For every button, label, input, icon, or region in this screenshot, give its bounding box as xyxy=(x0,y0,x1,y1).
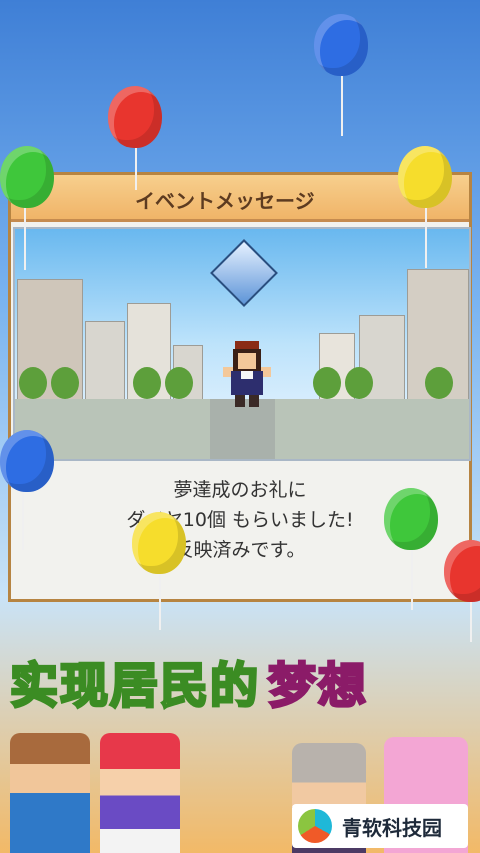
banner-accent-text: 梦想 xyxy=(267,657,369,716)
city-scene-image xyxy=(13,227,471,461)
yellow-balloon xyxy=(132,512,186,574)
balloon-string xyxy=(159,574,161,630)
character-boy xyxy=(10,733,90,853)
balloon-string xyxy=(411,550,413,610)
tree xyxy=(165,367,193,399)
balloon-string xyxy=(24,208,26,270)
balloon-string xyxy=(341,76,343,136)
balloon-string xyxy=(425,208,427,268)
promo-banner: 实现居民的 梦想 xyxy=(8,642,369,720)
red-balloon xyxy=(108,86,162,148)
watermark-text: 青软科技园 xyxy=(342,815,442,840)
balloon-string xyxy=(22,492,24,550)
blue-balloon xyxy=(0,430,54,492)
green-balloon xyxy=(0,146,54,208)
resident-character xyxy=(223,341,271,407)
balloon-string xyxy=(470,602,472,642)
tree xyxy=(425,367,453,399)
tree xyxy=(313,367,341,399)
character-girl xyxy=(100,733,180,853)
yellow-balloon xyxy=(398,146,452,208)
tree xyxy=(51,367,79,399)
banner-main-text: 实现居民的 xyxy=(8,657,261,716)
dialog-title: イベントメッセージ xyxy=(135,189,315,213)
tree xyxy=(345,367,373,399)
blue-balloon xyxy=(314,14,368,76)
watermark: 青软科技园 xyxy=(292,804,468,848)
green-balloon xyxy=(384,488,438,550)
tree xyxy=(133,367,161,399)
tree xyxy=(19,367,47,399)
building xyxy=(85,321,125,401)
diamond-icon xyxy=(210,239,278,307)
watermark-logo-icon xyxy=(298,809,332,843)
balloon-string xyxy=(135,148,137,190)
